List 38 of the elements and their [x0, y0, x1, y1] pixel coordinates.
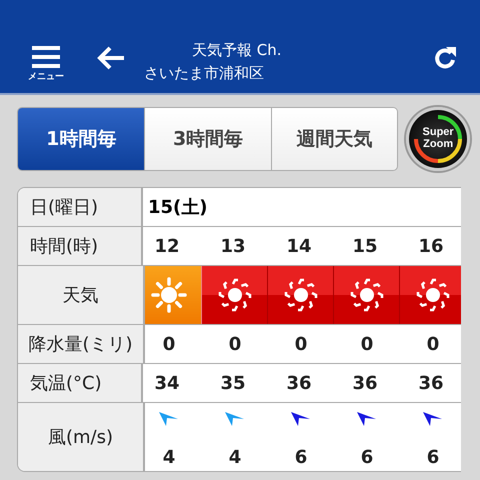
app-title: 天気予報 Ch. [192, 41, 282, 60]
sun-icon [148, 275, 188, 315]
temperature-cell-text: 36 [285, 372, 313, 396]
hour-cell-text: 12 [153, 234, 181, 258]
super-zoom-button[interactable]: Super Zoom [406, 107, 470, 171]
row-label: 降水量(ミリ) [18, 325, 145, 363]
hour-cell-text: 15 [351, 234, 379, 258]
temperature-cell-text: 36 [417, 372, 445, 396]
rain-cell-text: 0 [162, 332, 176, 356]
wind-speed: 4 [162, 447, 176, 468]
hour-cell-text: 16 [417, 234, 445, 258]
hour-cell-text: 14 [285, 234, 313, 258]
day-cell-text: 15(土) [147, 196, 208, 220]
back-arrow-icon[interactable] [96, 45, 126, 71]
menu-button[interactable]: メニュー [24, 44, 68, 83]
rain-cell-text: 0 [294, 332, 308, 356]
interval-tab[interactable]: 1時間毎 [18, 108, 144, 170]
menu-icon [31, 44, 61, 70]
wind-speed: 6 [426, 447, 440, 468]
temperature-cell-text: 35 [219, 372, 247, 396]
interval-tab[interactable]: 週間天気 [270, 108, 398, 170]
row-label: 天気 [18, 266, 145, 324]
hour-cell-text: 13 [219, 234, 247, 258]
wind-speed: 6 [294, 447, 308, 468]
row-label: 時間(時) [18, 227, 143, 265]
row-label: 気温(°C) [18, 364, 143, 402]
interval-tab[interactable]: 3時間毎 [144, 108, 271, 170]
row-label: 風(m/s) [18, 403, 145, 471]
location-name: さいたま市浦和区 [144, 64, 264, 83]
row-label: 日(曜日) [18, 188, 143, 226]
rain-cell-text: 0 [426, 332, 440, 356]
temperature-cell-text: 34 [153, 372, 181, 396]
wind-speed: 4 [228, 447, 242, 468]
temperature-cell-text: 36 [351, 372, 379, 396]
rain-cell-text: 0 [360, 332, 374, 356]
refresh-icon[interactable] [432, 45, 458, 71]
rain-cell-text: 0 [228, 332, 242, 356]
wind-speed: 6 [360, 447, 374, 468]
